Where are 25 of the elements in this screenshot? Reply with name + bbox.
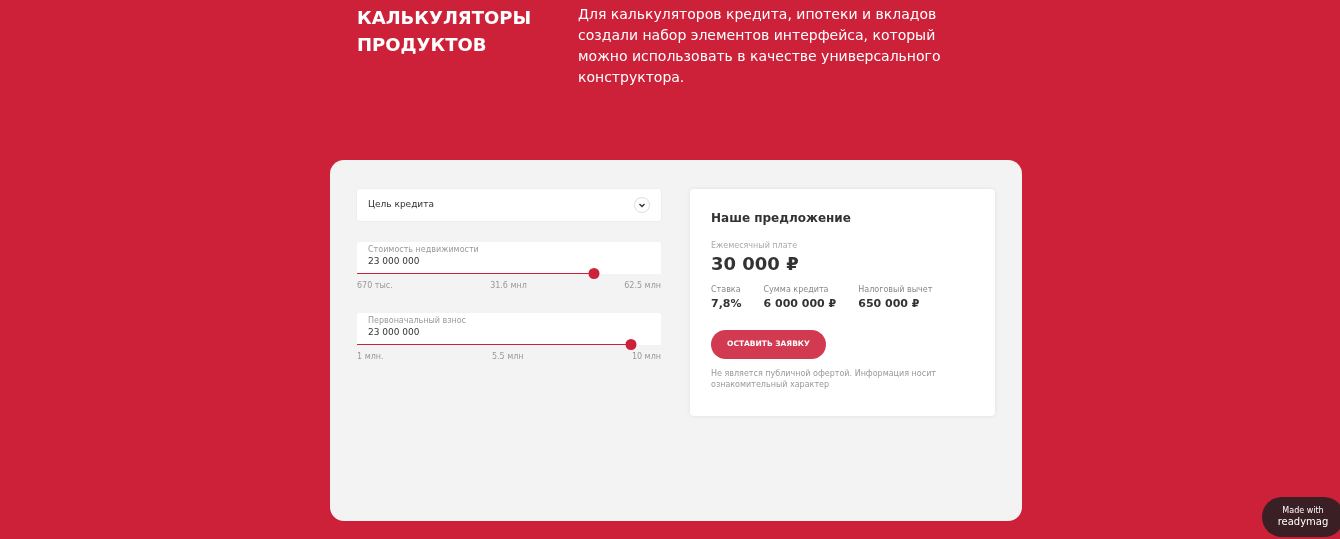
slider-field[interactable]: Стоимость недвижимости 23 000 000 [357, 242, 661, 274]
stat-value: 7,8% [711, 296, 742, 312]
scale-label: 5.5 млн [491, 351, 524, 363]
stat-label: Сумма кредита [763, 284, 830, 296]
disclaimer: Не является публичной офертой. Информация носит ознакомительный характер [711, 367, 937, 390]
scale-label: 1 млн. [357, 351, 384, 363]
stat-label: Ставка [711, 284, 742, 296]
scale-label: 62.5 млн [624, 280, 661, 292]
chevron-down-icon [634, 197, 650, 213]
made-with-badge[interactable]: Made with readymag [1262, 497, 1340, 537]
scale-label: 31.6 мнл [490, 280, 527, 292]
stat-label: Налоговый вычет [858, 284, 933, 296]
scale-label: 10 млн [631, 351, 661, 363]
slider-thumb[interactable] [625, 339, 637, 350]
offer-title: Наше предложение [711, 210, 852, 227]
stat-value: 6 000 000 ₽ [763, 296, 837, 312]
section-title: КАЛЬКУЛЯТОРЫ ПРОДУКТОВ [357, 6, 533, 57]
stat-value: 650 000 ₽ [858, 296, 921, 312]
purpose-select[interactable]: Цель кредита [357, 189, 661, 221]
slider-field[interactable]: Первоначальный взнос 23 000 000 [357, 313, 661, 345]
scale-label: 670 тыс. [357, 280, 393, 292]
slider-thumb[interactable] [588, 268, 600, 279]
monthly-label: Ежемесячный плате [711, 240, 799, 252]
monthly-value: 30 000 ₽ [711, 252, 800, 276]
section-description: Для калькуляторов кредита, ипотеки и вкладов создали набор элементов интерфейса, который можно использовать в качестве универсального конструктора. [578, 5, 942, 87]
